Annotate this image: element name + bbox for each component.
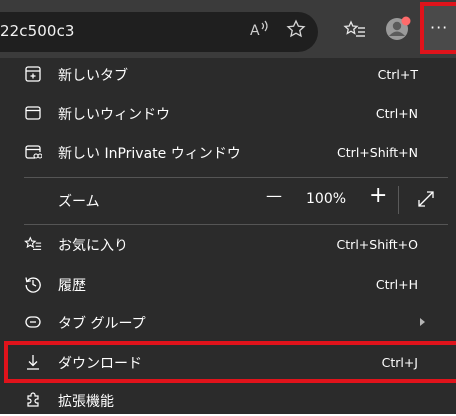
menu-item-history[interactable]: 履歴 Ctrl+H xyxy=(0,268,448,300)
read-aloud-icon[interactable]: A xyxy=(248,18,270,40)
highlight-more-button xyxy=(420,2,456,54)
zoom-in-button[interactable]: + xyxy=(369,183,389,209)
menu-item-extensions[interactable]: 拡張機能 xyxy=(0,384,448,416)
menu-item-tab-groups[interactable]: タブ グループ xyxy=(0,306,448,338)
menu-item-label: タブ グループ xyxy=(58,316,146,332)
menu-item-shortcut: Ctrl+T xyxy=(377,67,418,82)
menu-item-inprivate-window[interactable]: 新しい InPrivate ウィンドウ Ctrl+Shift+N xyxy=(0,136,448,168)
zoom-divider xyxy=(398,186,399,214)
menu-item-label: 拡張機能 xyxy=(58,394,114,410)
extensions-icon xyxy=(24,391,42,409)
star-outline-icon[interactable] xyxy=(285,18,307,40)
menu-item-label: お気に入り xyxy=(58,238,128,254)
zoom-level-value: 100% xyxy=(306,191,347,207)
new-window-icon xyxy=(24,104,42,122)
svg-text:A: A xyxy=(250,23,260,39)
new-tab-icon xyxy=(24,65,42,83)
menu-item-new-window[interactable]: 新しいウィンドウ Ctrl+N xyxy=(0,97,448,129)
menu-item-label: 新しいタブ xyxy=(58,68,128,84)
highlight-downloads xyxy=(4,341,456,383)
menu-item-label: 新しいウィンドウ xyxy=(58,107,170,123)
submenu-arrow-icon xyxy=(420,318,425,326)
history-icon xyxy=(24,275,42,293)
favorites-list-icon[interactable] xyxy=(343,18,367,40)
browser-toolbar: 22c500c3 A ··· xyxy=(0,0,456,58)
menu-divider xyxy=(24,177,448,178)
fullscreen-icon[interactable] xyxy=(416,189,436,209)
menu-item-label: 新しい InPrivate ウィンドウ xyxy=(58,146,241,162)
menu-item-new-tab[interactable]: 新しいタブ Ctrl+T xyxy=(0,58,448,90)
address-bar-url[interactable]: 22c500c3 xyxy=(0,22,75,40)
favorites-icon xyxy=(24,235,42,253)
menu-divider xyxy=(24,224,448,225)
inprivate-window-icon xyxy=(24,143,42,161)
zoom-out-button[interactable]: — xyxy=(266,186,288,210)
menu-item-shortcut: Ctrl+H xyxy=(375,277,418,292)
menu-item-shortcut: Ctrl+Shift+O xyxy=(336,237,418,252)
menu-item-label: 履歴 xyxy=(58,278,86,294)
profile-avatar-icon[interactable] xyxy=(383,14,413,44)
zoom-label: ズーム xyxy=(58,194,100,210)
menu-item-favorites[interactable]: お気に入り Ctrl+Shift+O xyxy=(0,228,448,260)
tab-groups-icon xyxy=(24,313,42,331)
menu-item-shortcut: Ctrl+Shift+N xyxy=(337,145,418,160)
menu-item-shortcut: Ctrl+N xyxy=(375,106,418,121)
